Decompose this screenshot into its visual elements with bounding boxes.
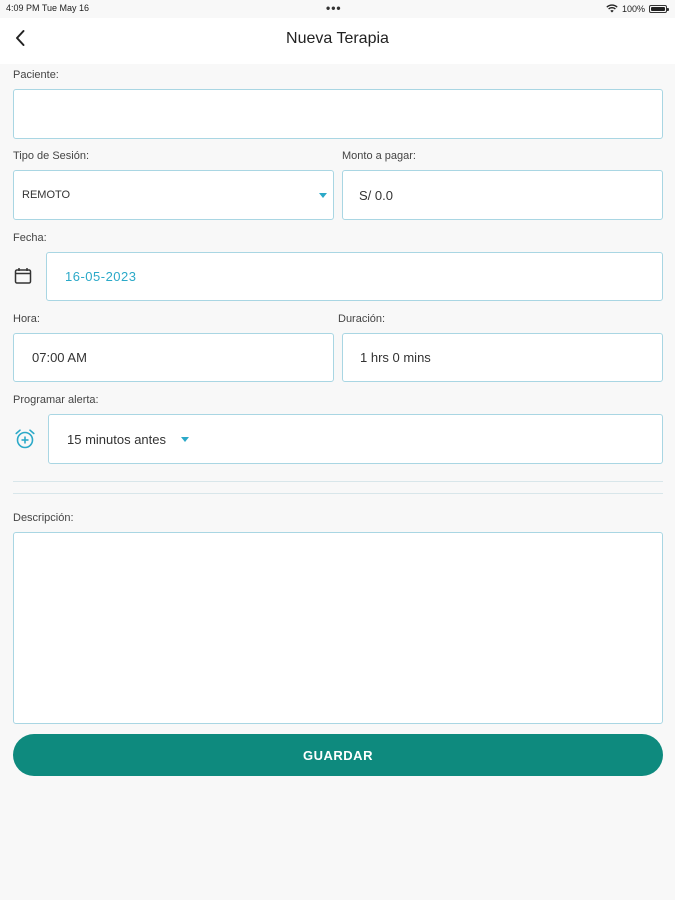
- alarm-add-icon[interactable]: [14, 428, 36, 450]
- tipo-sesion-label: Tipo de Sesión:: [13, 150, 90, 162]
- duracion-field[interactable]: 1 hrs 0 mins: [342, 333, 663, 382]
- tipo-sesion-select[interactable]: REMOTO: [13, 170, 334, 220]
- multitasking-dots[interactable]: •••: [326, 1, 342, 15]
- hora-label: Hora:: [13, 313, 40, 325]
- divider: [13, 493, 663, 494]
- alerta-label: Programar alerta:: [13, 394, 99, 406]
- chevron-down-icon: [319, 192, 327, 198]
- alerta-value: 15 minutos antes: [67, 431, 167, 447]
- wifi-icon: [606, 3, 618, 15]
- monto-label: Monto a pagar:: [342, 150, 416, 162]
- calendar-icon[interactable]: [13, 266, 33, 286]
- page-title: Nueva Terapia: [286, 30, 389, 47]
- divider: [13, 481, 663, 482]
- fecha-label: Fecha:: [13, 232, 47, 244]
- paciente-label: Paciente:: [13, 69, 59, 81]
- status-time-date: 4:09 PM Tue May 16: [6, 3, 90, 13]
- fecha-value: 16-05-2023: [65, 269, 137, 284]
- paciente-field[interactable]: [13, 89, 663, 139]
- chevron-down-icon: [181, 436, 190, 442]
- duracion-label: Duración:: [338, 313, 386, 325]
- paciente-input[interactable]: [14, 90, 662, 138]
- battery-icon: [649, 5, 669, 13]
- duracion-value: 1 hrs 0 mins: [360, 350, 431, 365]
- hora-value: 07:00 AM: [32, 350, 87, 365]
- descripcion-field[interactable]: [13, 532, 663, 724]
- guardar-button[interactable]: GUARDAR: [13, 734, 663, 776]
- descripcion-label: Descripción:: [13, 512, 74, 524]
- descripcion-textarea[interactable]: [14, 533, 662, 723]
- status-indicators: 100%: [606, 2, 669, 16]
- fecha-field[interactable]: 16-05-2023: [46, 252, 663, 301]
- monto-field[interactable]: S/ 0.0: [342, 170, 663, 220]
- alerta-select[interactable]: 15 minutos antes: [48, 414, 663, 464]
- hora-field[interactable]: 07:00 AM: [13, 333, 334, 382]
- monto-value: S/ 0.0: [359, 187, 393, 203]
- tipo-sesion-value: REMOTO: [22, 189, 71, 201]
- battery-percent: 100%: [621, 4, 645, 14]
